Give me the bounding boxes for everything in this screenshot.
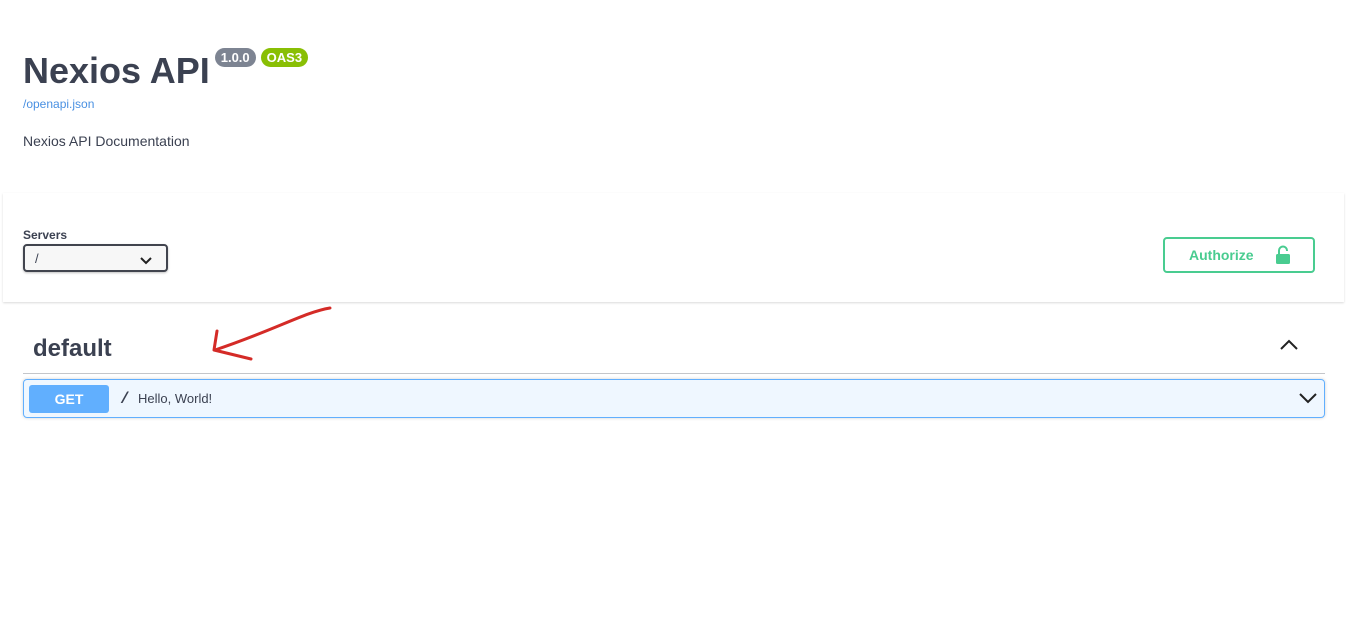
- tag-name: default: [33, 335, 112, 362]
- oas-badge: OAS3: [260, 48, 309, 67]
- servers-selected-value: /: [35, 250, 39, 266]
- servers-select[interactable]: /: [23, 244, 168, 272]
- http-method-badge: GET: [29, 385, 109, 413]
- operation-summary: Hello, World!: [138, 391, 213, 406]
- version-badge: 1.0.0: [214, 48, 256, 67]
- authorize-button[interactable]: Authorize: [1163, 237, 1315, 273]
- annotation-arrow-icon: [212, 306, 332, 361]
- operation-path: /: [120, 390, 130, 408]
- unlock-icon: [1275, 245, 1291, 268]
- authorize-label: Authorize: [1189, 247, 1254, 263]
- api-title: Nexios API: [23, 50, 210, 91]
- operation-get-root[interactable]: GET / Hello, World!: [23, 379, 1325, 418]
- scheme-container: Servers / Authorize: [3, 193, 1344, 302]
- api-info: Nexios API 1.0.0 OAS3 /openapi.json Nexi…: [23, 48, 723, 149]
- api-description: Nexios API Documentation: [23, 133, 190, 149]
- chevron-up-icon[interactable]: [1279, 338, 1299, 356]
- servers-label: Servers: [23, 228, 68, 242]
- chevron-down-icon: [140, 253, 152, 268]
- openapi-spec-link[interactable]: /openapi.json: [23, 97, 723, 111]
- chevron-down-icon[interactable]: [1298, 391, 1318, 410]
